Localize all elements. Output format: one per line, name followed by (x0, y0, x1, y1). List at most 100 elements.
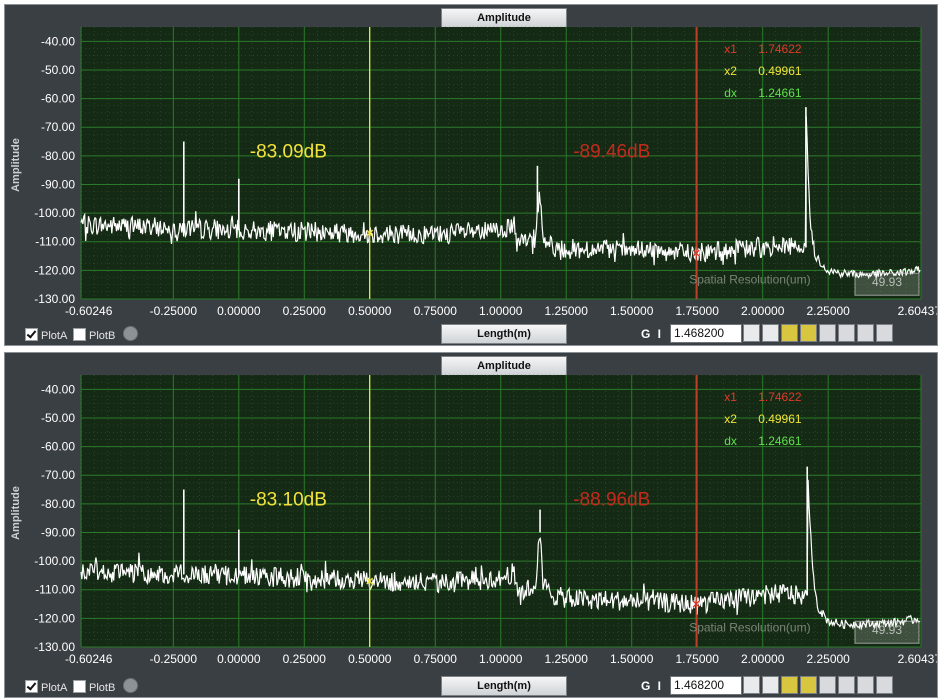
cursor-lock-icon[interactable] (800, 324, 817, 342)
spatial-resolution-value: 49.93 (872, 623, 902, 637)
readout-label: x1 (724, 390, 737, 404)
x-tick-label: 2.25000 (806, 304, 850, 318)
readout-label: x1 (724, 42, 737, 56)
x-tick-label: 2.00000 (741, 652, 785, 666)
y-tick-label: -110.00 (35, 235, 75, 249)
y-tick-label: -40.00 (41, 382, 75, 396)
cursor-peak-icon[interactable] (762, 676, 779, 694)
readout-value: 1.24661 (758, 86, 802, 100)
x-tick-label: 0.50000 (348, 304, 392, 318)
chart-footer: PlotA PlotB Length(m) G I 1.468200 (5, 323, 937, 345)
y-tick-label: -80.00 (41, 149, 75, 163)
spatial-resolution-label: Spatial Resolution(um) (689, 272, 810, 286)
plot-a-checkbox[interactable] (25, 328, 38, 341)
readout-label: x2 (724, 412, 737, 426)
y-tick-label: -120.00 (34, 263, 75, 277)
chart-plot[interactable]: -40.00 -50.00 -60.00 -70.00 -80.00 -90.00 -100… (5, 5, 937, 325)
x-axis-label: Length(m) (441, 676, 567, 696)
y-tick-label: -110.00 (35, 583, 75, 597)
x-tick-label: 0.00000 (217, 652, 261, 666)
color-picker-icon[interactable] (123, 678, 138, 693)
y-tick-label: -50.00 (41, 411, 75, 425)
y-tick-label: -90.00 (41, 177, 75, 191)
chart-plot[interactable]: -40.00 -50.00 -60.00 -70.00 -80.00 -90.00 -100… (5, 353, 937, 677)
x-axis-label: Length(m) (441, 324, 567, 344)
readout-value: 1.74622 (758, 390, 802, 404)
y-tick-label: -80.00 (41, 497, 75, 511)
x-tick-label: 0.00000 (217, 304, 261, 318)
readout-value: 1.74622 (758, 42, 802, 56)
spatial-resolution-value: 49.93 (872, 275, 902, 289)
gi-label: G I (641, 679, 664, 693)
plot-a-toggle[interactable]: PlotA (25, 328, 67, 342)
plot-b-checkbox[interactable] (73, 680, 86, 693)
color-picker-icon[interactable] (123, 326, 138, 341)
spatial-resolution-label: Spatial Resolution(um) (689, 620, 810, 634)
cursor-annotation-x1: -89.46dB (573, 141, 650, 162)
gi-label: G I (641, 327, 664, 341)
cursor-annotation-x1: -88.96dB (573, 489, 650, 510)
y-tick-label: -40.00 (41, 34, 75, 48)
marker-icon[interactable] (819, 676, 836, 694)
x-tick-label: -0.60246 (65, 652, 113, 666)
zoom-icon[interactable] (857, 324, 874, 342)
cursor-triangle-icon[interactable] (781, 324, 798, 342)
pan-hand-icon[interactable] (876, 324, 893, 342)
plot-a-toggle[interactable]: PlotA (25, 680, 67, 694)
x-tick-label: 2.25000 (806, 652, 850, 666)
marker-icon[interactable] (819, 324, 836, 342)
plot-b-label: PlotB (89, 330, 116, 342)
x-tick-label: -0.60246 (65, 304, 113, 318)
y-tick-label: -90.00 (41, 525, 75, 539)
x-tick-label: 0.25000 (283, 652, 327, 666)
toolbar (743, 324, 895, 344)
x-tick-label: -0.25000 (150, 304, 198, 318)
x-tick-label: 1.25000 (545, 304, 589, 318)
cursor-line-icon[interactable] (743, 676, 760, 694)
x-tick-label: 2.60437 (898, 652, 937, 666)
readout-value: 0.49961 (758, 412, 802, 426)
y-tick-label: -120.00 (34, 611, 75, 625)
pan-hand-icon[interactable] (876, 676, 893, 694)
x-tick-label: 1.00000 (479, 652, 523, 666)
plot-b-toggle[interactable]: PlotB (73, 328, 115, 342)
y-tick-label: -60.00 (41, 440, 75, 454)
readout-label: dx (724, 86, 737, 100)
toolbar (743, 676, 895, 696)
x-tick-label: 1.75000 (676, 652, 720, 666)
x-tick-label: -0.25000 (150, 652, 198, 666)
plot-b-label: PlotB (89, 682, 116, 694)
crosshair-icon[interactable] (838, 324, 855, 342)
x-tick-label: 2.00000 (741, 304, 785, 318)
plot-b-toggle[interactable]: PlotB (73, 680, 115, 694)
chart-footer: PlotA PlotB Length(m) G I 1.468200 (5, 675, 937, 697)
x-tick-label: 0.75000 (414, 304, 458, 318)
cursor-lock-icon[interactable] (800, 676, 817, 694)
x-tick-label: 1.75000 (676, 304, 720, 318)
y-tick-label: -70.00 (41, 468, 75, 482)
value-field[interactable]: 1.468200 (670, 676, 742, 695)
cursor-line-icon[interactable] (743, 324, 760, 342)
value-field[interactable]: 1.468200 (670, 324, 742, 343)
cursor-triangle-icon[interactable] (781, 676, 798, 694)
y-tick-label: -100.00 (34, 554, 75, 568)
cursor-peak-icon[interactable] (762, 324, 779, 342)
plot-b-checkbox[interactable] (73, 328, 86, 341)
y-tick-label: -60.00 (41, 92, 75, 106)
zoom-icon[interactable] (857, 676, 874, 694)
y-tick-label: -100.00 (34, 206, 75, 220)
plot-a-checkbox[interactable] (25, 680, 38, 693)
cursor-annotation-x2: -83.10dB (250, 489, 327, 510)
crosshair-icon[interactable] (838, 676, 855, 694)
plot-a-label: PlotA (41, 682, 68, 694)
y-tick-label: -70.00 (41, 120, 75, 134)
x-tick-label: 0.50000 (348, 652, 392, 666)
chart-panel: Amplitude Amplitude -40.00 -50.00 -60.00 -7… (4, 4, 938, 346)
x-tick-label: 1.50000 (610, 652, 654, 666)
x-tick-label: 1.50000 (610, 304, 654, 318)
plot-a-label: PlotA (41, 330, 68, 342)
readout-value: 0.49961 (758, 64, 802, 78)
x-tick-label: 2.60437 (898, 304, 937, 318)
x-tick-label: 1.00000 (479, 304, 523, 318)
readout-value: 1.24661 (758, 434, 802, 448)
